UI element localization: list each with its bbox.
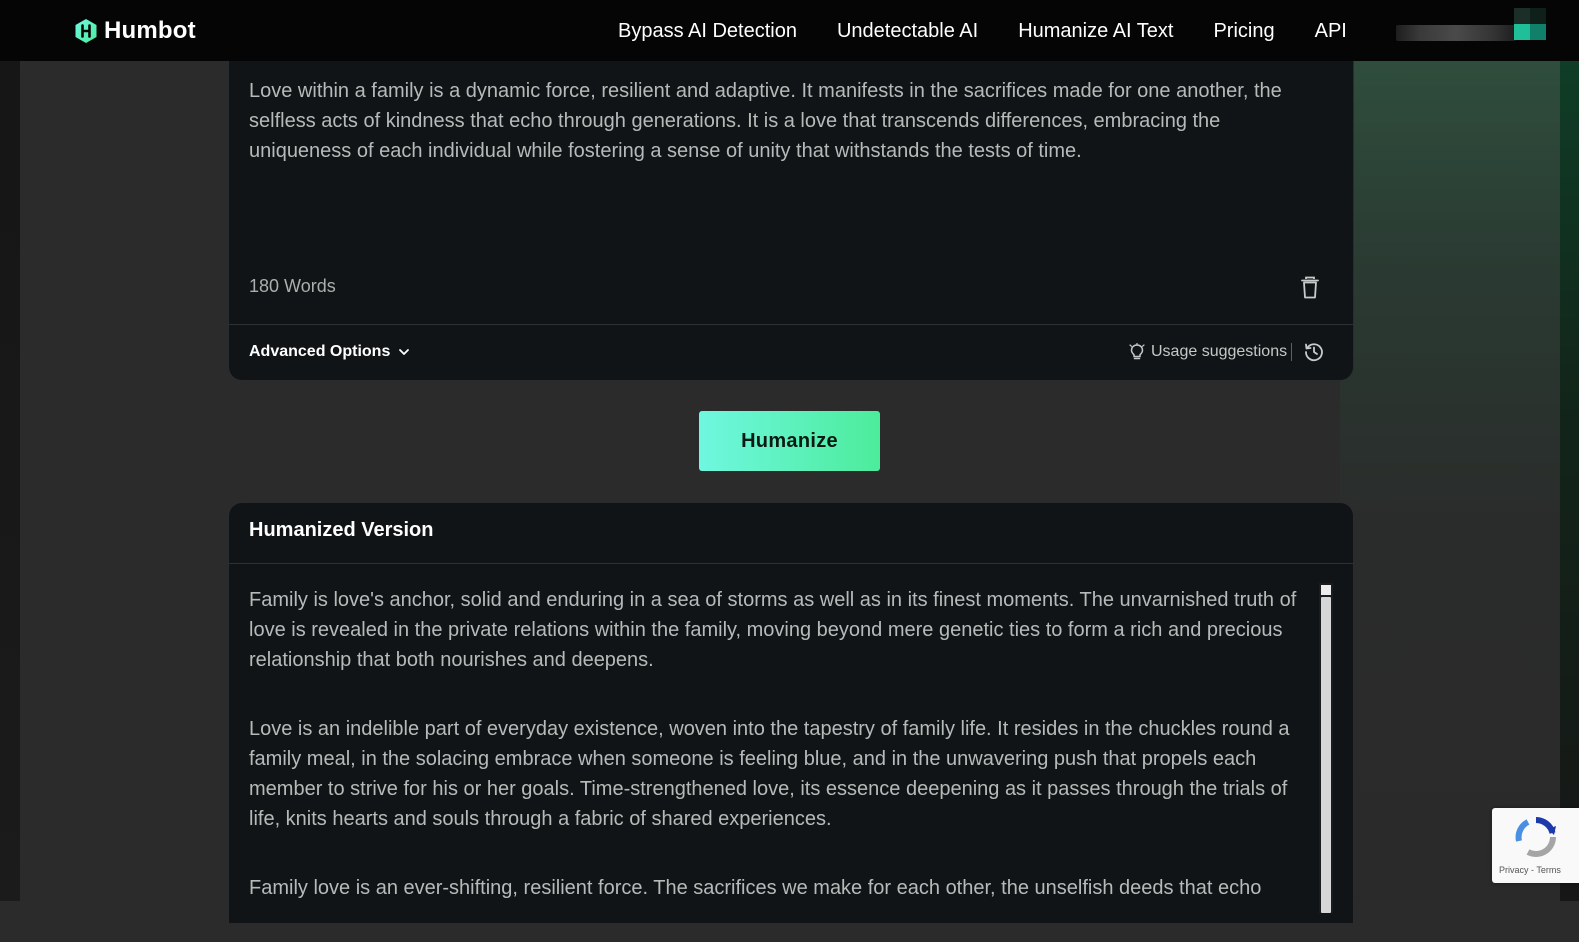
recaptcha-links: Privacy - Terms [1499,865,1579,875]
output-paragraph: Love is an indelible part of everyday ex… [249,718,1290,830]
top-navbar: Humbot Bypass AI Detection Undetectable … [0,0,1579,61]
user-account-menu[interactable] [1396,8,1546,52]
nav-undetectable-ai[interactable]: Undetectable AI [837,20,978,43]
background-left-panel [0,0,20,901]
output-divider [229,563,1353,564]
nav-bypass-ai-detection[interactable]: Bypass AI Detection [618,20,797,43]
recaptcha-icon [1515,817,1556,857]
avatar [1514,8,1546,50]
toolbar-separator [1291,343,1292,361]
recaptcha-terms-link[interactable]: Terms [1536,865,1561,875]
nav-api[interactable]: API [1315,20,1347,43]
user-name-redacted [1396,25,1516,41]
output-paragraph: Family is love's anchor, solid and endur… [249,589,1297,671]
brand-logo[interactable]: Humbot [74,17,196,45]
background-right-edge [1560,61,1579,901]
advanced-options-toggle[interactable]: Advanced Options [249,340,410,364]
background-right-glow [1340,61,1560,901]
brand-name: Humbot [104,17,196,44]
lightbulb-icon [1129,343,1145,360]
recaptcha-badge[interactable]: Privacy - Terms [1492,808,1579,883]
input-card: Love within a family is a dynamic force,… [228,40,1354,381]
nav-pricing[interactable]: Pricing [1213,20,1274,43]
scroll-up-arrow[interactable] [1321,585,1331,595]
humbot-logo-icon [75,19,97,43]
word-count: 180 Words [249,276,336,296]
chevron-down-icon [399,349,410,355]
output-title: Humanized Version [249,519,434,541]
usage-suggestions-label: Usage suggestions [1151,343,1288,360]
scroll-thumb[interactable] [1321,597,1331,913]
output-text[interactable]: Family is love's anchor, solid and endur… [249,585,1315,942]
output-card: Humanized Version Family is love's ancho… [228,502,1354,923]
trash-icon[interactable] [1299,276,1321,300]
card-divider [229,324,1353,325]
main-nav: Bypass AI Detection Undetectable AI Huma… [618,18,1347,44]
usage-suggestions-button[interactable]: Usage suggestions [1129,340,1287,364]
output-scrollbar[interactable] [1319,583,1333,913]
nav-humanize-ai-text[interactable]: Humanize AI Text [1018,20,1173,43]
humanize-button[interactable]: Humanize [699,411,880,471]
history-icon[interactable] [1303,341,1325,363]
input-textarea[interactable]: Love within a family is a dynamic force,… [249,76,1309,166]
output-paragraph: Family love is an ever-shifting, resilie… [249,877,1262,899]
advanced-options-label: Advanced Options [249,343,391,360]
recaptcha-privacy-link[interactable]: Privacy [1499,865,1529,875]
